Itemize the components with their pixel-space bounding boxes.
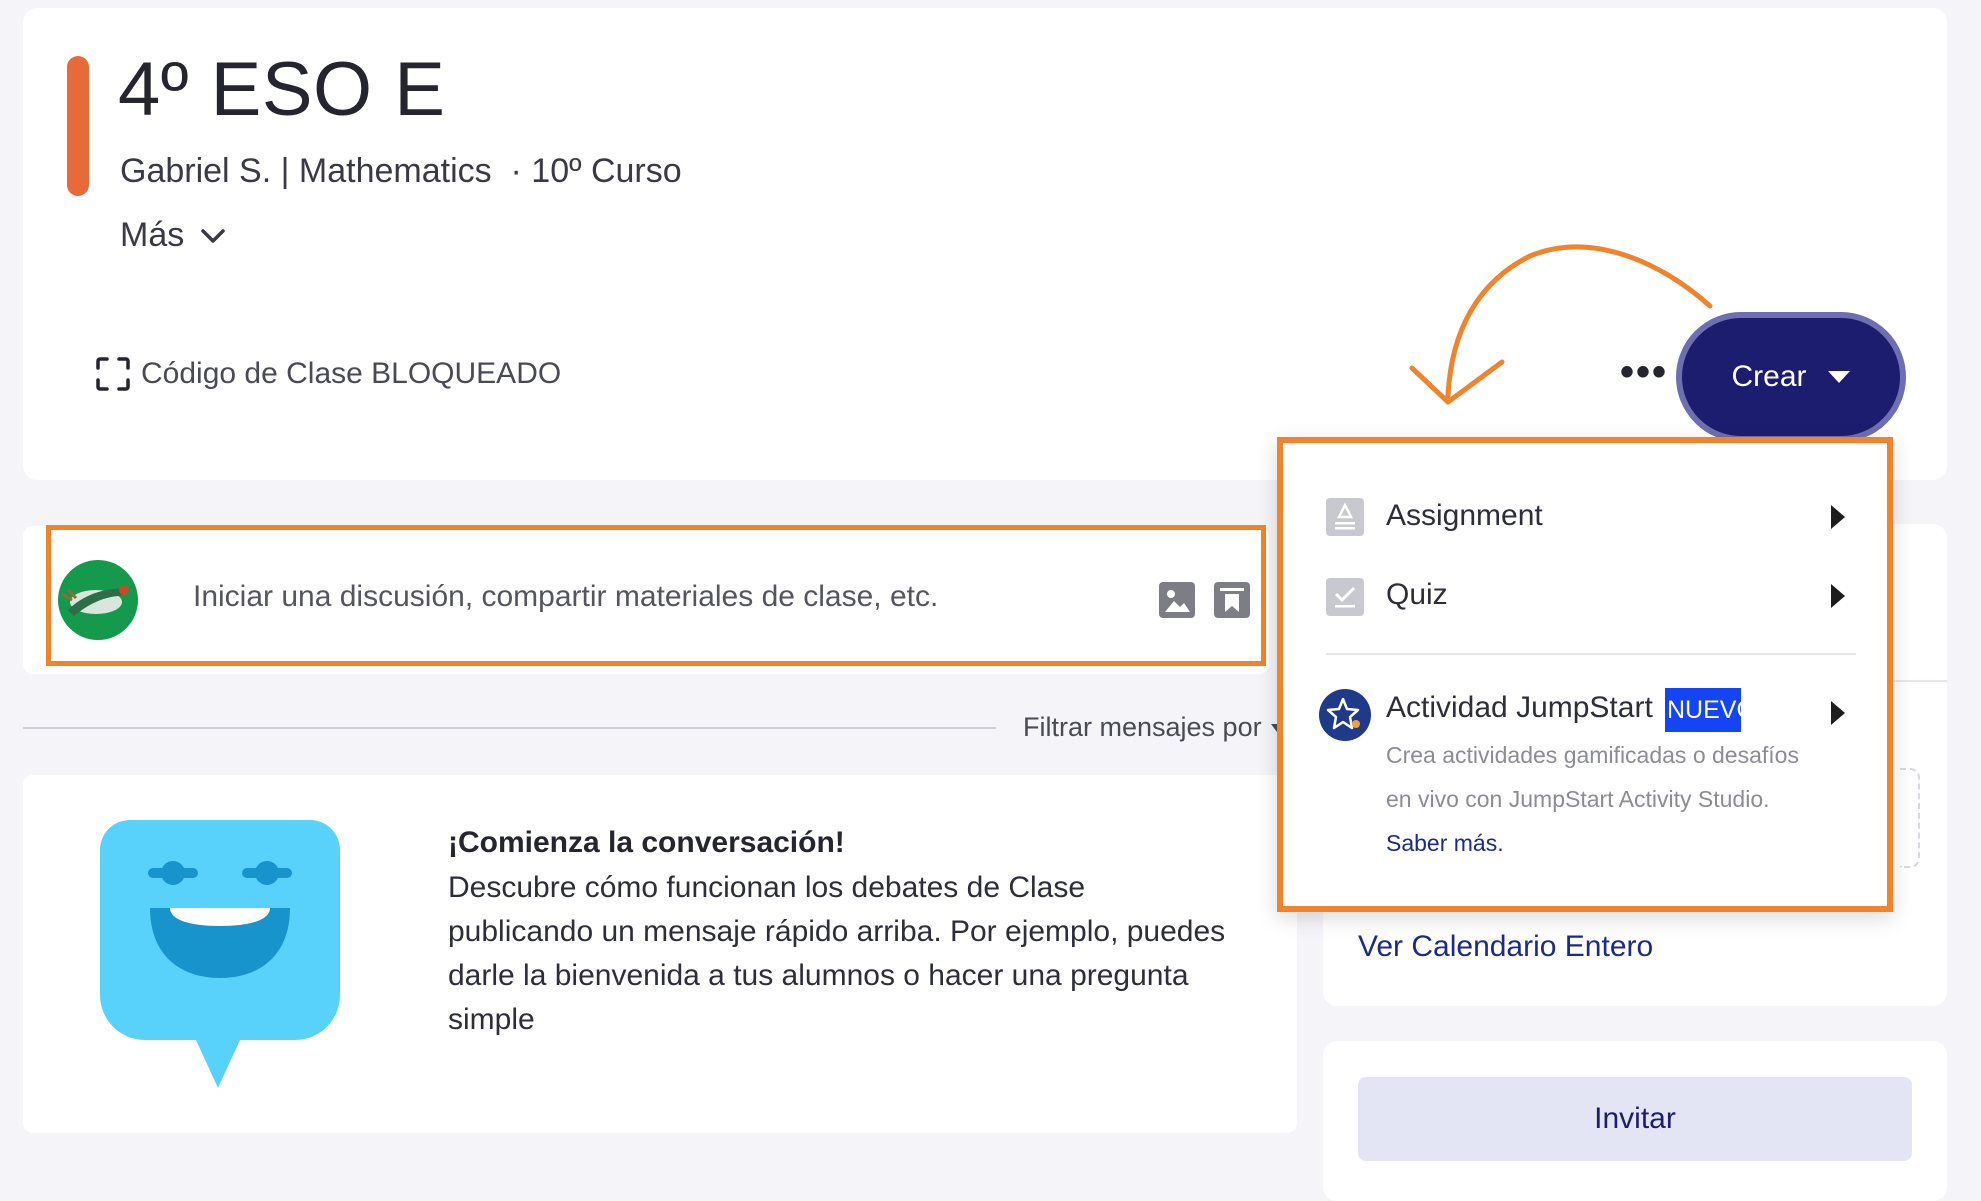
mascot-illustration [100,820,340,1090]
class-code-label: Código de Clase BLOQUEADO [141,357,562,390]
upcoming-placeholder [1900,768,1920,868]
class-subtitle: Gabriel S. | Mathematics · 10º Curso [120,152,682,190]
empty-state-body: Descubre cómo funcionan los debates de C… [448,871,1226,1036]
class-accent-bar [67,56,89,196]
menu-item-label: Assignment [1386,499,1543,532]
menu-item-label: Actividad JumpStart [1386,691,1653,724]
caret-right-icon [1831,584,1845,608]
more-info-label: Más [120,216,185,254]
empty-state-heading: ¡Comienza la conversación! [448,826,845,859]
caret-right-icon [1831,701,1845,725]
menu-item-assignment[interactable]: Assignment [1283,487,1887,547]
chevron-down-icon [201,228,225,243]
class-code[interactable]: Código de Clase BLOQUEADO [95,356,561,392]
jumpstart-description-text: Crea actividades gamificadas o desafíos … [1386,742,1799,812]
invite-button[interactable]: Invitar [1358,1077,1912,1161]
caret-right-icon [1831,505,1845,529]
assignment-icon [1326,498,1364,536]
create-button-label: Crear [1731,360,1807,393]
caret-down-icon [1827,371,1850,383]
view-calendar-link[interactable]: Ver Calendario Entero [1358,930,1653,964]
jumpstart-description: Crea actividades gamificadas o desafíos … [1386,733,1826,865]
menu-item-jumpstart[interactable]: Actividad JumpStart NUEVO Crea actividad… [1283,673,1887,873]
learn-more-link[interactable]: Saber más. [1386,830,1504,856]
class-title: 4º ESO E [118,47,446,132]
menu-divider [1326,653,1856,655]
qr-scan-icon [96,357,130,391]
menu-item-quiz[interactable]: Quiz [1283,566,1887,626]
filter-messages-dropdown[interactable]: Filtrar mensajes por [1023,712,1284,743]
composer-highlight-box [46,525,1266,666]
annotation-arrow [1409,244,1713,405]
jumpstart-star-icon [1319,689,1371,741]
new-badge: NUEVO [1665,688,1741,732]
create-dropdown-menu: Assignment Quiz Actividad JumpStart NUEV… [1277,437,1893,912]
more-info-toggle[interactable]: Más [120,216,226,255]
menu-item-label: Quiz [1386,578,1448,611]
quiz-icon [1326,578,1364,616]
filter-messages-label: Filtrar mensajes por [1023,712,1262,742]
filter-divider [23,727,996,729]
